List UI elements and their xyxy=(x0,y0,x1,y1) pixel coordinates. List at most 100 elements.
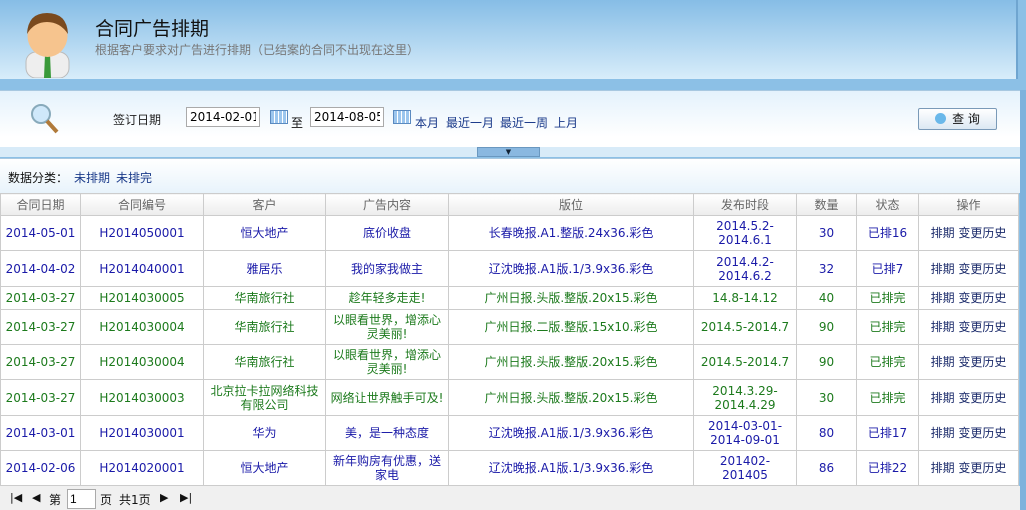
contract-number: H2014030001 xyxy=(80,415,204,451)
client-name: 雅居乐 xyxy=(203,250,326,287)
page-title: 合同广告排期 xyxy=(95,18,210,40)
schedule-link[interactable]: 排期 xyxy=(931,391,955,405)
contract-date: 2014-03-27 xyxy=(0,344,81,380)
publish-period: 2014.3.29-2014.4.29 xyxy=(693,379,797,416)
previous-month-link[interactable]: 上月 xyxy=(554,114,578,131)
last-week-link[interactable]: 最近一周 xyxy=(500,114,548,131)
publish-period: 201402-201405 xyxy=(693,450,797,486)
contract-number: H2014050001 xyxy=(80,215,204,251)
table-row: 2014-03-27 H2014030003 北京拉卡拉网络科技有限公司 网络让世界触… xyxy=(0,379,1019,416)
category-unscheduled-link[interactable]: 未排期 xyxy=(74,169,110,186)
column-header: 操作 xyxy=(918,193,1019,216)
schedule-status: 已排7 xyxy=(856,250,919,287)
contract-date: 2014-03-27 xyxy=(0,379,81,416)
prev-page-icon[interactable]: ◀ xyxy=(32,491,40,504)
schedule-link[interactable]: 排期 xyxy=(931,320,955,334)
quantity: 86 xyxy=(796,450,857,486)
ad-content: 新年购房有优惠，送家电 xyxy=(325,450,449,486)
page-suffix: 页 xyxy=(100,493,113,507)
change-history-link[interactable]: 变更历史 xyxy=(958,320,1006,334)
contract-date: 2014-03-27 xyxy=(0,286,81,310)
schedule-status: 已排22 xyxy=(856,450,919,486)
schedule-status: 已排完 xyxy=(856,309,919,345)
operations-cell: 排期 变更历史 xyxy=(918,379,1019,416)
schedule-link[interactable]: 排期 xyxy=(931,291,955,305)
this-month-link[interactable]: 本月 xyxy=(415,114,439,131)
change-history-link[interactable]: 变更历史 xyxy=(958,262,1006,276)
category-label: 数据分类： xyxy=(8,171,69,185)
operations-cell: 排期 变更历史 xyxy=(918,250,1019,287)
ad-slot: 广州日报.头版.整版.20x15.彩色 xyxy=(448,344,694,380)
contract-number: H2014020001 xyxy=(80,450,204,486)
date-to-input[interactable] xyxy=(310,107,384,127)
calendar-icon[interactable] xyxy=(270,110,288,124)
schedule-link[interactable]: 排期 xyxy=(931,355,955,369)
ad-slot: 长春晚报.A1.整版.24x36.彩色 xyxy=(448,215,694,251)
last-month-link[interactable]: 最近一月 xyxy=(446,114,494,131)
query-button[interactable]: 查 询 xyxy=(918,108,997,130)
contract-number: H2014030005 xyxy=(80,286,204,310)
schedule-status: 已排17 xyxy=(856,415,919,451)
change-history-link[interactable]: 变更历史 xyxy=(958,355,1006,369)
ad-content: 以眼看世界，增添心灵美丽! xyxy=(325,344,449,380)
table-row: 2014-02-06 H2014020001 恒大地产 新年购房有优惠，送家电 辽沈晚报… xyxy=(0,450,1019,486)
change-history-link[interactable]: 变更历史 xyxy=(958,391,1006,405)
page-input[interactable] xyxy=(67,489,96,509)
client-name: 华为 xyxy=(203,415,326,451)
date-from-input[interactable] xyxy=(186,107,260,127)
column-header: 合同日期 xyxy=(0,193,81,216)
quantity: 30 xyxy=(796,379,857,416)
publish-period: 14.8-14.12 xyxy=(693,286,797,310)
publish-period: 2014-03-01-2014-09-01 xyxy=(693,415,797,451)
change-history-link[interactable]: 变更历史 xyxy=(958,461,1006,475)
first-page-icon[interactable]: |◀ xyxy=(10,491,22,504)
collapse-toggle-button[interactable]: ▼ xyxy=(477,147,540,157)
category-incomplete-link[interactable]: 未排完 xyxy=(116,169,152,186)
operations-cell: 排期 变更历史 xyxy=(918,286,1019,310)
publish-period: 2014.5-2014.7 xyxy=(693,309,797,345)
contract-date: 2014-02-06 xyxy=(0,450,81,486)
schedule-status: 已排16 xyxy=(856,215,919,251)
operations-cell: 排期 变更历史 xyxy=(918,344,1019,380)
contract-number: H2014030003 xyxy=(80,379,204,416)
client-name: 恒大地产 xyxy=(203,450,326,486)
client-name: 华南旅行社 xyxy=(203,286,326,310)
search-icon xyxy=(935,113,947,124)
change-history-link[interactable]: 变更历史 xyxy=(958,291,1006,305)
column-header: 客户 xyxy=(203,193,326,216)
publish-period: 2014.5.2-2014.6.1 xyxy=(693,215,797,251)
ad-slot: 辽沈晚报.A1版.1/3.9x36.彩色 xyxy=(448,250,694,287)
quantity: 32 xyxy=(796,250,857,287)
last-page-icon[interactable]: ▶| xyxy=(180,491,192,504)
change-history-link[interactable]: 变更历史 xyxy=(958,426,1006,440)
operations-cell: 排期 变更历史 xyxy=(918,215,1019,251)
client-name: 华南旅行社 xyxy=(203,309,326,345)
quantity: 30 xyxy=(796,215,857,251)
schedule-link[interactable]: 排期 xyxy=(931,262,955,276)
schedule-link[interactable]: 排期 xyxy=(931,461,955,475)
vertical-scrollbar[interactable] xyxy=(1020,90,1026,510)
calendar-icon[interactable] xyxy=(393,110,411,124)
ad-content: 趁年轻多走走! xyxy=(325,286,449,310)
table-row: 2014-03-27 H2014030005 华南旅行社 趁年轻多走走! 广州日报.头版… xyxy=(0,286,1019,310)
page-prefix: 第 xyxy=(49,493,62,507)
table-row: 2014-03-27 H2014030004 华南旅行社 以眼看世界，增添心灵美丽! 广… xyxy=(0,309,1019,345)
contract-date: 2014-03-01 xyxy=(0,415,81,451)
query-button-label: 查 询 xyxy=(952,112,980,126)
schedule-status: 已排完 xyxy=(856,379,919,416)
ad-content: 网络让世界触手可及! xyxy=(325,379,449,416)
contract-date: 2014-03-27 xyxy=(0,309,81,345)
ad-content: 美，是一种态度 xyxy=(325,415,449,451)
column-header: 数量 xyxy=(796,193,857,216)
ad-slot: 广州日报.头版.整版.20x15.彩色 xyxy=(448,286,694,310)
schedule-link[interactable]: 排期 xyxy=(931,226,955,240)
next-page-icon[interactable]: ▶ xyxy=(160,491,168,504)
publish-period: 2014.4.2-2014.6.2 xyxy=(693,250,797,287)
client-name: 恒大地产 xyxy=(203,215,326,251)
ad-content: 底价收盘 xyxy=(325,215,449,251)
ad-slot: 辽沈晚报.A1版.1/3.9x36.彩色 xyxy=(448,450,694,486)
change-history-link[interactable]: 变更历史 xyxy=(958,226,1006,240)
column-header: 合同编号 xyxy=(80,193,204,216)
schedule-link[interactable]: 排期 xyxy=(931,426,955,440)
category-bar: 数据分类： 未排期 未排完 xyxy=(0,158,1020,193)
